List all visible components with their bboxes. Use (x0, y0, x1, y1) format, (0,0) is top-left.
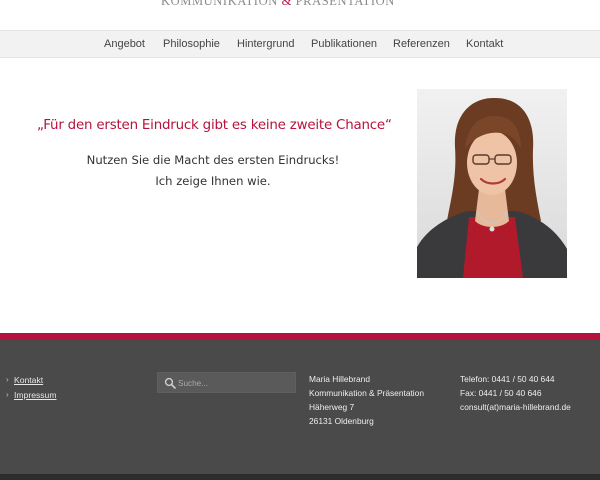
search-icon (164, 377, 176, 389)
portrait-photo (417, 89, 567, 278)
contact-fax: Fax: 0441 / 50 40 646 (460, 388, 542, 398)
search-input[interactable] (178, 375, 294, 391)
main-navigation: Angebot Philosophie Hintergrund Publikat… (0, 30, 600, 58)
contact-phone: Telefon: 0441 / 50 40 644 (460, 374, 555, 384)
hero-quote: „Für den ersten Eindruck gibt es keine z… (37, 118, 392, 133)
site-logo[interactable]: Kommunikation & Präsentation (161, 0, 395, 9)
nav-item-philosophie[interactable]: Philosophie (163, 38, 220, 50)
footer-bottom-bar (0, 474, 600, 480)
nav-item-hintergrund[interactable]: Hintergrund (237, 38, 294, 50)
bullet-icon: › (6, 375, 9, 384)
nav-item-referenzen[interactable]: Referenzen (393, 38, 450, 50)
hero-subtitle-line1: Nutzen Sie die Macht des ersten Eindruck… (86, 153, 340, 167)
nav-item-kontakt[interactable]: Kontakt (466, 38, 503, 50)
footer-link-impressum[interactable]: Impressum (14, 390, 57, 400)
address-street: Häherweg 7 (309, 402, 355, 412)
footer-search (157, 372, 296, 393)
logo-text-part1: Kommunikation (161, 0, 278, 8)
bullet-icon: › (6, 390, 9, 399)
site-footer: › Kontakt › Impressum Maria Hillebrand K… (0, 340, 600, 474)
contact-email[interactable]: consult(at)maria-hillebrand.de (460, 402, 571, 412)
logo-strip: Kommunikation & Präsentation (0, 0, 600, 30)
logo-text-part2: Präsentation (295, 0, 395, 8)
logo-ampersand: & (281, 0, 292, 8)
portrait-illustration (417, 89, 567, 278)
footer-link-kontakt[interactable]: Kontakt (14, 375, 43, 385)
nav-item-angebot[interactable]: Angebot (104, 38, 145, 50)
address-name: Maria Hillebrand (309, 374, 370, 384)
nav-item-publikationen[interactable]: Publikationen (311, 38, 377, 50)
footer-accent-bar (0, 333, 600, 340)
hero-subtitle-line2: Ich zeige Ihnen wie. (155, 174, 271, 188)
address-company: Kommunikation & Präsentation (309, 388, 424, 398)
address-city: 26131 Oldenburg (309, 416, 374, 426)
